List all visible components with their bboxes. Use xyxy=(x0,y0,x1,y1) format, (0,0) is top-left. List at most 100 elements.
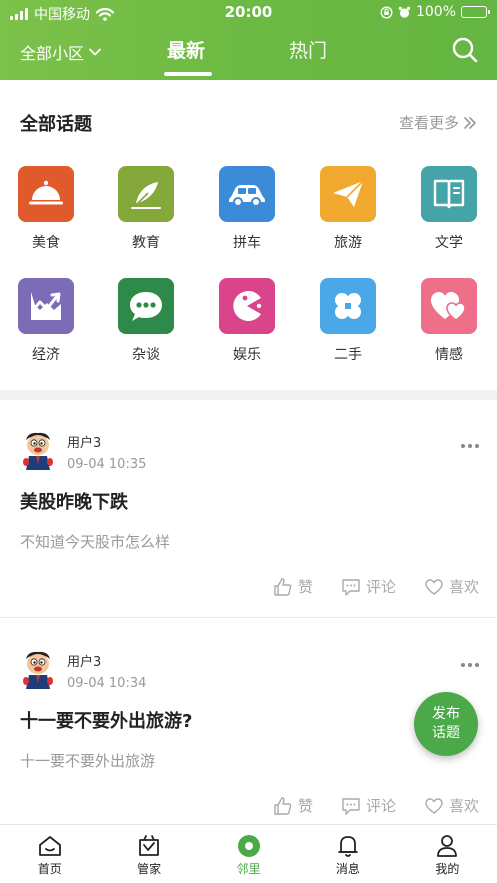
topic-label: 娱乐 xyxy=(233,347,261,363)
tab-home[interactable]: 首页 xyxy=(0,825,99,883)
battery-percent: 100% xyxy=(415,4,456,20)
heart-icon xyxy=(425,797,443,814)
comment-button[interactable]: 评论 xyxy=(341,576,396,597)
butler-icon xyxy=(139,835,160,856)
tab-label: 邻里 xyxy=(236,862,261,876)
section-title: 全部话题 xyxy=(20,114,92,135)
alarm-icon xyxy=(398,6,411,18)
tab-popular[interactable]: 热门 xyxy=(289,36,327,63)
avatar[interactable] xyxy=(20,430,56,472)
bottom-tab-bar: 首页 管家 邻里 消息 我的 xyxy=(0,824,497,883)
topic-label: 美食 xyxy=(32,235,60,251)
favorite-button[interactable]: 喜欢 xyxy=(424,795,479,816)
book-icon xyxy=(421,166,477,222)
topic-label: 情感 xyxy=(435,347,463,363)
like-button[interactable]: 赞 xyxy=(273,576,313,597)
post-time: 09-04 10:35 xyxy=(67,457,147,472)
thumbs-up-icon xyxy=(274,577,292,596)
person-icon xyxy=(437,835,458,857)
neighbor-icon xyxy=(237,835,260,857)
topic-label: 文学 xyxy=(435,235,463,251)
feather-icon xyxy=(118,166,174,222)
hearts-icon xyxy=(421,278,477,334)
publish-topic-button[interactable]: 发布 话题 xyxy=(414,692,478,756)
favorite-label: 喜欢 xyxy=(448,578,479,596)
topic-label: 拼车 xyxy=(233,235,261,251)
tab-label: 我的 xyxy=(435,862,460,876)
tab-latest[interactable]: 最新 xyxy=(167,36,205,63)
car-icon xyxy=(219,166,275,222)
fab-label-line1: 发布 xyxy=(432,706,460,722)
active-tab-indicator xyxy=(164,72,212,76)
post-time: 09-04 10:34 xyxy=(67,676,147,691)
search-icon[interactable] xyxy=(451,36,479,64)
topic-label: 杂谈 xyxy=(132,347,160,363)
post-title: 美股昨晚下跌 xyxy=(20,492,128,513)
more-options-icon[interactable] xyxy=(461,444,479,448)
topic-label: 旅游 xyxy=(334,235,362,251)
see-more-link[interactable]: 查看更多 xyxy=(399,112,477,133)
topic-label: 二手 xyxy=(334,347,362,363)
avatar[interactable] xyxy=(20,649,56,691)
post-body: 十一要不要外出旅游 xyxy=(20,752,156,770)
topic-label: 经济 xyxy=(32,347,60,363)
thumbs-up-icon xyxy=(274,796,292,815)
topic-secondhand[interactable]: 二手 xyxy=(308,278,388,364)
comment-icon xyxy=(342,797,360,815)
bell-icon xyxy=(338,836,358,857)
comment-icon xyxy=(342,578,360,596)
like-label: 赞 xyxy=(297,797,313,815)
favorite-button[interactable]: 喜欢 xyxy=(424,576,479,597)
topic-literature[interactable]: 文学 xyxy=(409,166,489,252)
comment-label: 评论 xyxy=(365,797,396,815)
app-header: 中国移动 20:00 100% 全部小区 最新 热门 xyxy=(0,0,497,80)
trend-chart-icon xyxy=(18,278,74,334)
like-label: 赞 xyxy=(297,578,313,596)
topics-section: 全部话题 查看更多 美食 教育 拼车 旅游 文学 经济 杂谈 娱乐 二手 情感 xyxy=(0,80,497,390)
comment-label: 评论 xyxy=(365,578,396,596)
topic-travel[interactable]: 旅游 xyxy=(308,166,388,252)
post-title: 十一要不要外出旅游? xyxy=(20,711,193,732)
chevron-down-icon xyxy=(89,48,101,56)
rotation-lock-icon xyxy=(380,5,393,19)
topic-entertainment[interactable]: 娱乐 xyxy=(207,278,287,364)
post-author: 用户3 xyxy=(67,436,102,451)
tab-label: 消息 xyxy=(335,862,360,876)
status-bar: 中国移动 20:00 100% xyxy=(0,0,497,26)
section-divider xyxy=(0,390,497,400)
comment-button[interactable]: 评论 xyxy=(341,795,396,816)
favorite-label: 喜欢 xyxy=(448,797,479,815)
tab-me[interactable]: 我的 xyxy=(398,825,497,883)
topic-emotion[interactable]: 情感 xyxy=(409,278,489,364)
tab-butler[interactable]: 管家 xyxy=(99,825,198,883)
community-selector[interactable]: 全部小区 xyxy=(20,40,102,64)
tab-messages[interactable]: 消息 xyxy=(298,825,397,883)
double-chevron-right-icon xyxy=(464,116,476,129)
fab-label-line2: 话题 xyxy=(432,725,460,741)
community-label: 全部小区 xyxy=(20,44,85,63)
post-card[interactable]: 用户3 09-04 10:35 美股昨晚下跌 不知道今天股市怎么样 赞 评论 喜… xyxy=(0,400,497,618)
topic-label: 教育 xyxy=(132,235,160,251)
home-icon xyxy=(38,836,61,856)
post-actions: 赞 评论 喜欢 xyxy=(273,795,479,816)
more-options-icon[interactable] xyxy=(461,663,479,667)
post-body: 不知道今天股市怎么样 xyxy=(20,533,171,551)
cloche-icon xyxy=(18,166,74,222)
heart-icon xyxy=(425,578,443,595)
topic-economy[interactable]: 经济 xyxy=(6,278,86,364)
see-more-label: 查看更多 xyxy=(398,114,459,132)
tab-label: 首页 xyxy=(37,862,62,876)
topic-education[interactable]: 教育 xyxy=(106,166,186,252)
clover-icon xyxy=(320,278,376,334)
post-author: 用户3 xyxy=(67,655,102,670)
post-actions: 赞 评论 喜欢 xyxy=(273,576,479,597)
topic-carpool[interactable]: 拼车 xyxy=(207,166,287,252)
battery-icon xyxy=(461,6,490,18)
paper-plane-icon xyxy=(320,166,376,222)
topic-food[interactable]: 美食 xyxy=(6,166,86,252)
like-button[interactable]: 赞 xyxy=(273,795,313,816)
pacman-icon xyxy=(219,278,275,334)
tab-label: 管家 xyxy=(137,862,162,876)
tab-neighbors[interactable]: 邻里 xyxy=(199,825,298,883)
topic-chat[interactable]: 杂谈 xyxy=(106,278,186,364)
